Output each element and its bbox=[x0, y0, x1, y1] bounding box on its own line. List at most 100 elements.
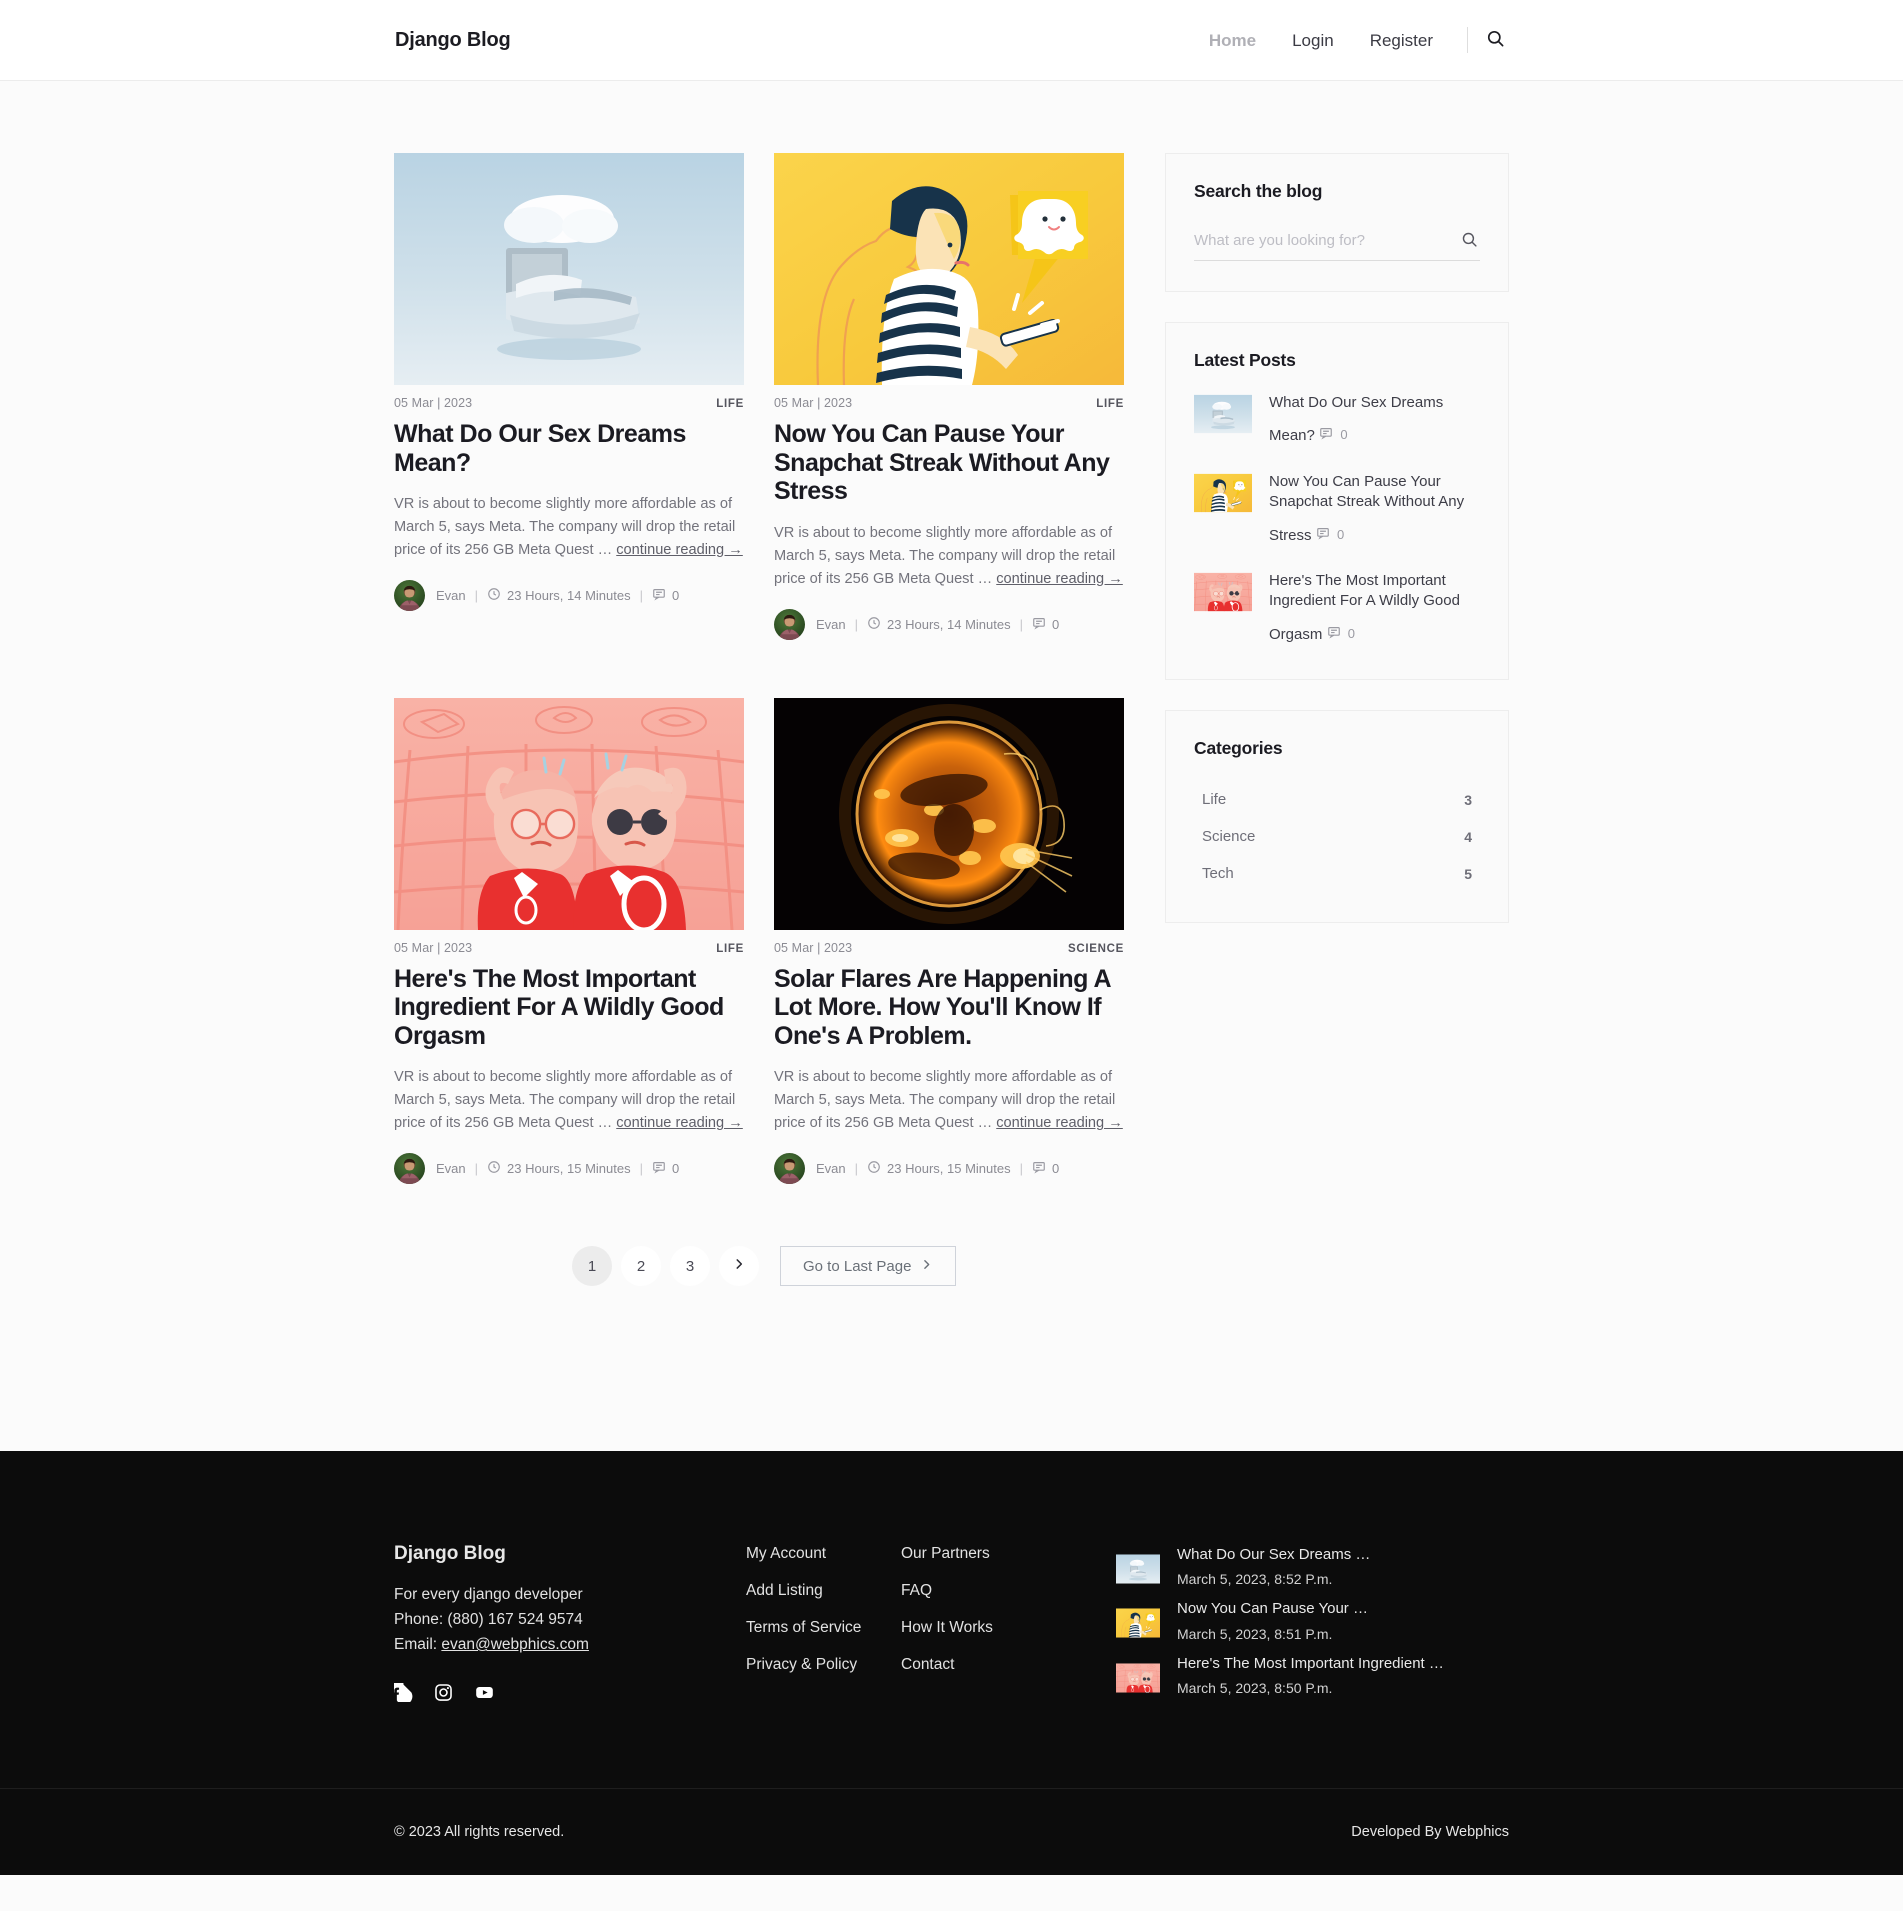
sidebar-search-button[interactable] bbox=[1459, 231, 1480, 251]
site-footer: Django Blog For every django developer P… bbox=[0, 1451, 1903, 1875]
read-time-text: 23 Hours, 14 Minutes bbox=[887, 616, 1011, 632]
footer-email-prefix: Email: bbox=[394, 1636, 442, 1654]
footer-link-how-it-works[interactable]: How It Works bbox=[901, 1619, 1116, 1637]
facebook-icon[interactable] bbox=[394, 1683, 413, 1703]
post-title-link[interactable]: Now You Can Pause Your Snapchat Streak W… bbox=[774, 420, 1110, 505]
footer-recent-post-title: What Do Our Sex Dreams … bbox=[1177, 1546, 1371, 1563]
footer-link-terms-of-service[interactable]: Terms of Service bbox=[746, 1619, 901, 1637]
snapchat-illustration-image bbox=[1116, 1607, 1160, 1639]
post-title-link[interactable]: Here's The Most Important Ingredient For… bbox=[394, 965, 724, 1050]
post-author[interactable]: Evan bbox=[816, 617, 846, 632]
footer-link-faq[interactable]: FAQ bbox=[901, 1582, 1116, 1600]
post-meta-top: 05 Mar | 2023 SCIENCE bbox=[774, 941, 1124, 955]
list-item[interactable]: Now You Can Pause Your Snapchat Streak W… bbox=[1194, 472, 1480, 546]
category-item-life[interactable]: Life 3 bbox=[1194, 781, 1480, 818]
search-input[interactable] bbox=[1194, 230, 1459, 251]
category-label: Science bbox=[1202, 828, 1256, 846]
category-item-tech[interactable]: Tech 5 bbox=[1194, 855, 1480, 892]
continue-reading-link[interactable]: continue reading → bbox=[616, 1115, 743, 1131]
post-card: 05 Mar | 2023 LIFE Now You Can Pause You… bbox=[774, 153, 1124, 640]
footer-link-our-partners[interactable]: Our Partners bbox=[901, 1545, 1116, 1563]
post-read-time: 23 Hours, 14 Minutes bbox=[867, 616, 1011, 633]
post-card: 05 Mar | 2023 LIFE What Do Our Sex Dream… bbox=[394, 153, 744, 640]
youtube-icon[interactable] bbox=[474, 1683, 495, 1702]
solar-flare-image bbox=[774, 698, 1124, 930]
categories-widget: Categories Life 3 Science 4 Tech 5 bbox=[1165, 710, 1509, 924]
category-count: 5 bbox=[1464, 865, 1472, 882]
footer-bottom-bar: © 2023 All rights reserved. Developed By… bbox=[0, 1787, 1903, 1875]
pagination-page-2[interactable]: 2 bbox=[621, 1246, 661, 1287]
post-category[interactable]: LIFE bbox=[1096, 398, 1124, 410]
nav-link-home[interactable]: Home bbox=[1191, 32, 1274, 49]
post-category[interactable]: LIFE bbox=[716, 943, 744, 955]
pagination-next-button[interactable] bbox=[719, 1246, 759, 1287]
continue-reading-link[interactable]: continue reading → bbox=[996, 571, 1123, 587]
footer-link-add-listing[interactable]: Add Listing bbox=[746, 1582, 901, 1600]
continue-reading-link[interactable]: continue reading → bbox=[996, 1115, 1123, 1131]
post-author[interactable]: Evan bbox=[816, 1161, 846, 1176]
search-widget: Search the blog bbox=[1165, 153, 1509, 292]
footer-social-links bbox=[394, 1683, 746, 1703]
post-category[interactable]: SCIENCE bbox=[1068, 943, 1124, 955]
header-search-button[interactable] bbox=[1482, 27, 1508, 53]
footer-recent-post[interactable]: Here's The Most Important Ingredient … M… bbox=[1116, 1654, 1509, 1696]
post-category[interactable]: LIFE bbox=[716, 398, 744, 410]
post-card: 05 Mar | 2023 SCIENCE Solar Flares Are H… bbox=[774, 698, 1124, 1185]
post-read-time: 23 Hours, 15 Minutes bbox=[867, 1160, 1011, 1177]
post-meta-top: 05 Mar | 2023 LIFE bbox=[394, 396, 744, 410]
floating-bed-cloud-image bbox=[394, 153, 744, 385]
clock-icon bbox=[487, 587, 501, 604]
meta-divider: | bbox=[639, 588, 643, 604]
post-footer: Evan | 23 Hours, 15 Minutes | 0 bbox=[394, 1153, 744, 1184]
continue-reading-link[interactable]: continue reading → bbox=[616, 542, 743, 558]
meta-divider: | bbox=[474, 588, 479, 604]
post-thumbnail-link[interactable] bbox=[394, 698, 744, 930]
latest-post-title[interactable]: Now You Can Pause Your Snapchat Streak W… bbox=[1269, 473, 1464, 544]
category-count: 4 bbox=[1464, 828, 1472, 845]
pagination-page-3[interactable]: 3 bbox=[670, 1246, 710, 1287]
footer-brand-column: Django Blog For every django developer P… bbox=[394, 1543, 746, 1708]
post-title-link[interactable]: Solar Flares Are Happening A Lot More. H… bbox=[774, 965, 1111, 1050]
footer-recent-post-date: March 5, 2023, 8:51 P.m. bbox=[1177, 1625, 1333, 1642]
post-author[interactable]: Evan bbox=[436, 588, 466, 603]
meta-divider: | bbox=[474, 1161, 479, 1177]
meta-divider: | bbox=[854, 616, 859, 632]
post-thumbnail-link[interactable] bbox=[774, 153, 1124, 385]
go-to-last-page-button[interactable]: Go to Last Page bbox=[780, 1246, 957, 1287]
instagram-icon[interactable] bbox=[434, 1683, 453, 1702]
footer-link-my-account[interactable]: My Account bbox=[746, 1545, 901, 1563]
footer-email-link[interactable]: evan@webphics.com bbox=[441, 1636, 589, 1653]
snapchat-illustration-image bbox=[1194, 472, 1252, 514]
search-icon bbox=[1461, 231, 1478, 251]
category-item-science[interactable]: Science 4 bbox=[1194, 818, 1480, 855]
footer-recent-posts-column: What Do Our Sex Dreams … March 5, 2023, … bbox=[1116, 1543, 1509, 1708]
footer-recent-post[interactable]: What Do Our Sex Dreams … March 5, 2023, … bbox=[1116, 1545, 1509, 1587]
list-item[interactable]: Here's The Most Important Ingredient For… bbox=[1194, 571, 1480, 645]
footer-link-contact[interactable]: Contact bbox=[901, 1656, 1116, 1674]
comment-count-text: 0 bbox=[1340, 427, 1348, 443]
nav-link-register[interactable]: Register bbox=[1352, 32, 1451, 49]
post-thumbnail-link[interactable] bbox=[394, 153, 744, 385]
meta-divider: | bbox=[1019, 616, 1023, 632]
pagination-page-1[interactable]: 1 bbox=[572, 1246, 612, 1287]
footer-recent-post[interactable]: Now You Can Pause Your … March 5, 2023, … bbox=[1116, 1599, 1509, 1642]
list-item[interactable]: What Do Our Sex Dreams Mean? 0 bbox=[1194, 393, 1480, 447]
footer-developed-by: Developed By Webphics bbox=[1351, 1823, 1509, 1840]
post-footer: Evan | 23 Hours, 14 Minutes | 0 bbox=[394, 580, 744, 611]
comment-icon bbox=[1327, 625, 1341, 642]
comment-count-text: 0 bbox=[672, 1161, 680, 1177]
nav-link-login[interactable]: Login bbox=[1274, 32, 1352, 49]
comment-icon bbox=[1032, 1160, 1046, 1177]
post-author[interactable]: Evan bbox=[436, 1161, 466, 1176]
post-title-link[interactable]: What Do Our Sex Dreams Mean? bbox=[394, 420, 686, 477]
comment-count-text: 0 bbox=[1336, 526, 1345, 542]
latest-post-title[interactable]: Here's The Most Important Ingredient For… bbox=[1269, 572, 1460, 643]
latest-post-title[interactable]: What Do Our Sex Dreams Mean? bbox=[1269, 394, 1443, 444]
post-footer: Evan | 23 Hours, 14 Minutes | 0 bbox=[774, 609, 1124, 640]
site-brand[interactable]: Django Blog bbox=[395, 29, 511, 52]
footer-link-privacy-policy[interactable]: Privacy & Policy bbox=[746, 1656, 901, 1674]
post-thumbnail-link[interactable] bbox=[774, 698, 1124, 930]
categories-list: Life 3 Science 4 Tech 5 bbox=[1194, 781, 1480, 892]
pagination: 1 2 3 Go to Last Page bbox=[572, 1246, 1124, 1287]
post-title: What Do Our Sex Dreams Mean? bbox=[394, 420, 744, 477]
